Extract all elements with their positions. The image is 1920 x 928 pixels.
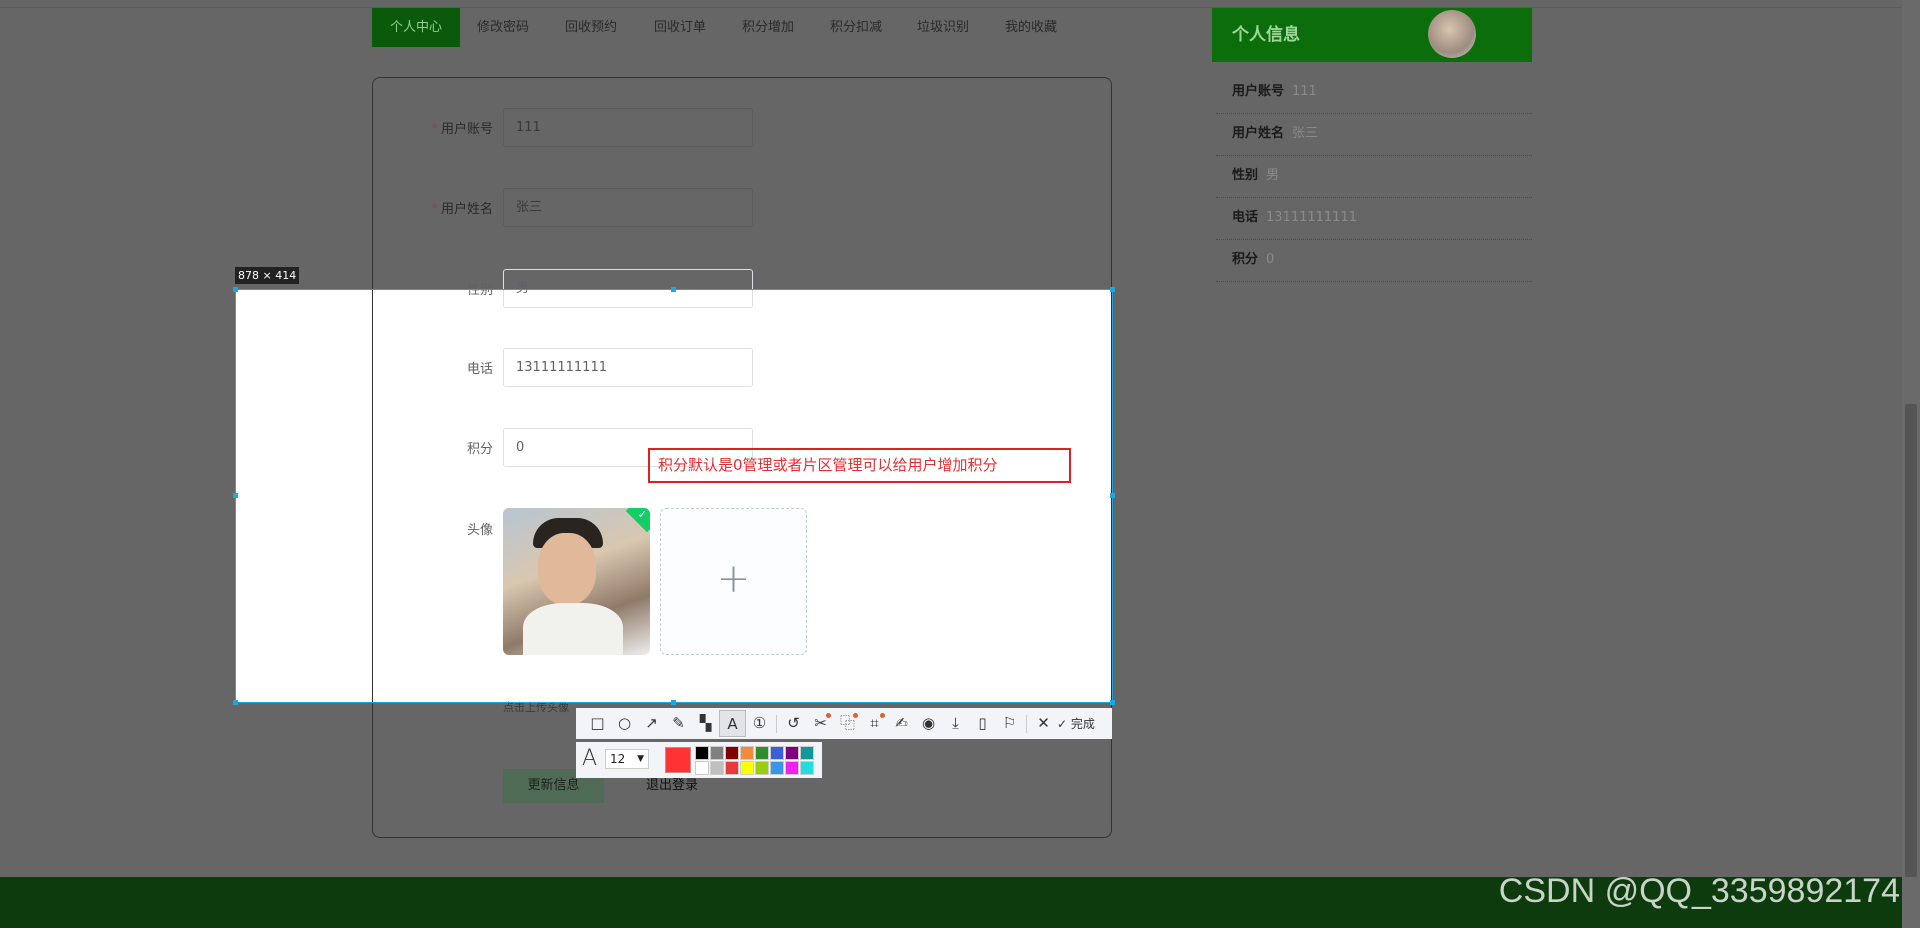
resize-handle[interactable] — [233, 287, 238, 292]
pencil-icon[interactable]: ✎ — [665, 710, 692, 737]
tab-recycle-orders[interactable]: 回收订单 — [636, 8, 724, 47]
color-swatch[interactable] — [740, 761, 754, 775]
resize-handle[interactable] — [671, 287, 676, 292]
color-swatch[interactable] — [755, 761, 769, 775]
mosaic-icon[interactable]: ▚ — [692, 710, 719, 737]
color-swatch[interactable] — [695, 746, 709, 760]
pin-icon[interactable]: ✍ — [888, 710, 915, 737]
divider — [1026, 714, 1027, 733]
chevron-down-icon: ▼ — [637, 754, 644, 764]
done-button[interactable]: ✓ 完成 — [1057, 715, 1095, 732]
current-color[interactable] — [665, 747, 691, 773]
profile-panel-title: 个人信息 — [1212, 8, 1532, 62]
bookmark-icon[interactable]: ⚐ — [996, 710, 1023, 737]
color-swatch[interactable] — [725, 746, 739, 760]
top-bar — [0, 0, 1920, 8]
download-icon[interactable]: ⤓ — [942, 710, 969, 737]
screenshot-toolbar: □ ○ ↗ ✎ ▚ A ① ↺ ✂ ⿻ ⌗ ✍ ◉ ⤓ ▯ ⚐ ✕ ✓ 完成 — [576, 708, 1112, 739]
scissors-icon[interactable]: ✂ — [807, 710, 834, 737]
record-icon[interactable]: ◉ — [915, 710, 942, 737]
color-swatch[interactable] — [755, 746, 769, 760]
color-swatch[interactable] — [710, 746, 724, 760]
arrow-icon[interactable]: ↗ — [638, 710, 665, 737]
undo-icon[interactable]: ↺ — [780, 710, 807, 737]
tab-points-add[interactable]: 积分增加 — [724, 8, 812, 47]
font-size-select[interactable]: 12 ▼ — [605, 749, 649, 769]
color-swatch[interactable] — [725, 761, 739, 775]
phone-icon[interactable]: ▯ — [969, 710, 996, 737]
info-row-account: 用户账号 111 — [1216, 72, 1532, 114]
info-row-phone: 电话 13111111111 — [1216, 198, 1532, 240]
name-input[interactable]: 张三 — [503, 188, 753, 227]
resize-handle[interactable] — [1110, 700, 1115, 705]
tab-personal-center[interactable]: 个人中心 — [372, 8, 460, 47]
color-swatch[interactable] — [710, 761, 724, 775]
resize-handle[interactable] — [233, 700, 238, 705]
account-label: * 用户账号 — [431, 122, 493, 137]
selection-size-label: 878 × 414 — [235, 267, 300, 284]
color-swatch[interactable] — [785, 761, 799, 775]
info-row-name: 用户姓名 张三 — [1216, 114, 1532, 156]
color-swatch[interactable] — [740, 746, 754, 760]
text-style-toolbar: A 12 ▼ — [576, 742, 822, 778]
info-row-gender: 性别男 — [1216, 156, 1532, 198]
text-icon[interactable]: A — [719, 710, 746, 737]
divider — [776, 714, 777, 733]
rectangle-icon[interactable]: □ — [584, 710, 611, 737]
name-label: * 用户姓名 — [431, 202, 493, 217]
color-swatch[interactable] — [695, 761, 709, 775]
resize-handle[interactable] — [671, 700, 676, 705]
color-swatch[interactable] — [800, 746, 814, 760]
check-icon: ✓ — [1057, 717, 1071, 731]
ocr-icon[interactable]: ⌗ — [861, 710, 888, 737]
translate-icon[interactable]: ⿻ — [834, 710, 861, 737]
text-annotation-input[interactable]: 积分默认是0管理或者片区管理可以给用户增加积分 — [648, 448, 1071, 483]
color-swatch[interactable] — [800, 761, 814, 775]
number-icon[interactable]: ① — [746, 710, 773, 737]
color-swatch[interactable] — [770, 746, 784, 760]
capture-selection[interactable] — [235, 289, 1113, 703]
scrollbar-thumb[interactable] — [1905, 404, 1917, 877]
profile-avatar — [1428, 10, 1476, 58]
ellipse-icon[interactable]: ○ — [611, 710, 638, 737]
color-swatch[interactable] — [785, 746, 799, 760]
close-icon[interactable]: ✕ — [1030, 710, 1057, 737]
account-input[interactable]: 111 — [503, 108, 753, 147]
resize-handle[interactable] — [233, 493, 238, 498]
tab-my-favorites[interactable]: 我的收藏 — [987, 8, 1075, 47]
tab-recycle-appointment[interactable]: 回收预约 — [547, 8, 635, 47]
font-icon: A — [582, 746, 598, 771]
resize-handle[interactable] — [1110, 493, 1115, 498]
info-row-points: 积分 0 — [1216, 240, 1532, 282]
tab-garbage-recognition[interactable]: 垃圾识别 — [899, 8, 987, 47]
color-swatch[interactable] — [770, 761, 784, 775]
resize-handle[interactable] — [1110, 287, 1115, 292]
tab-points-deduct[interactable]: 积分扣减 — [812, 8, 900, 47]
color-palette — [695, 746, 814, 775]
watermark: CSDN @QQ_3359892174 — [1498, 872, 1900, 910]
tab-change-password[interactable]: 修改密码 — [459, 8, 547, 47]
